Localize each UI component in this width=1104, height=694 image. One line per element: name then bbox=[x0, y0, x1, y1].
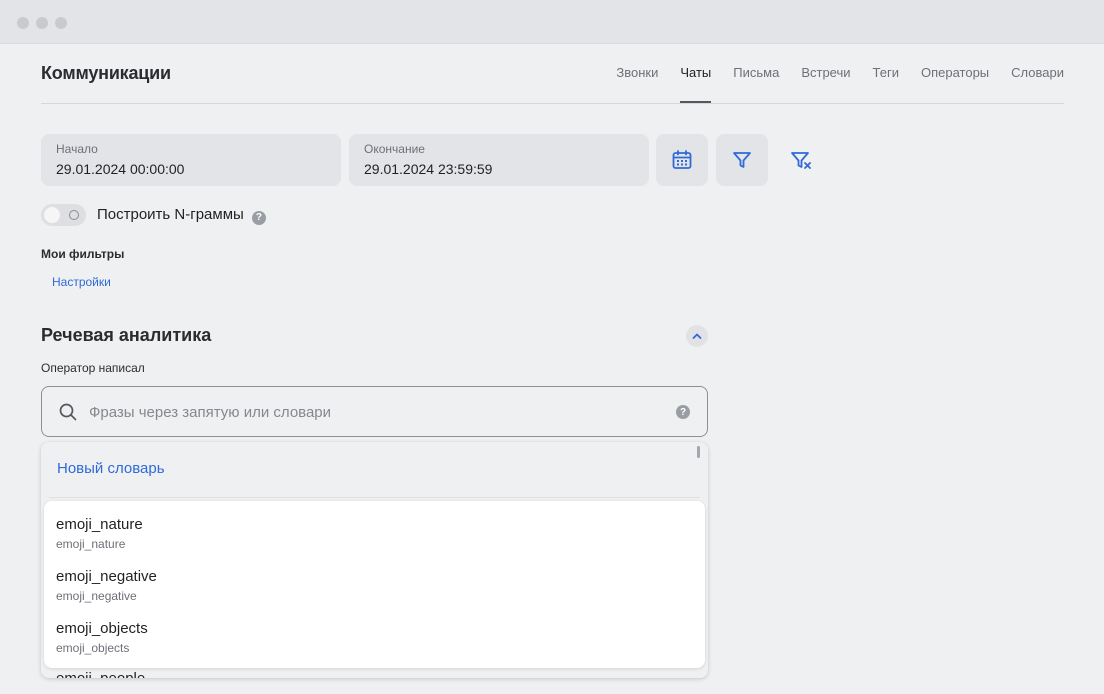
close-window-button[interactable] bbox=[17, 17, 29, 29]
list-item-subtitle: emoji_objects bbox=[56, 641, 130, 655]
dropdown-scrollbar[interactable] bbox=[697, 446, 700, 458]
tab-letters[interactable]: Письма bbox=[733, 65, 779, 80]
list-item-title: emoji_objects bbox=[56, 620, 148, 637]
header-divider bbox=[41, 103, 1064, 104]
toggle-off-indicator bbox=[69, 210, 79, 220]
list-item-subtitle: emoji_negative bbox=[56, 589, 137, 603]
tab-operators[interactable]: Операторы bbox=[921, 65, 989, 80]
new-dictionary-option[interactable]: Новый словарь bbox=[57, 460, 165, 477]
tab-chats[interactable]: Чаты bbox=[680, 65, 711, 103]
list-item[interactable]: emoji_negative emoji_negative bbox=[56, 568, 157, 603]
end-date-value: 29.01.2024 23:59:59 bbox=[364, 161, 493, 177]
list-item-title: emoji_negative bbox=[56, 568, 157, 585]
operator-wrote-label: Оператор написал bbox=[41, 361, 145, 375]
phrase-search-input[interactable] bbox=[89, 401, 649, 423]
tab-dictionaries[interactable]: Словари bbox=[1011, 65, 1064, 80]
page-title: Коммуникации bbox=[41, 63, 171, 83]
tab-calls[interactable]: Звонки bbox=[616, 65, 658, 80]
end-date-label: Окончание bbox=[364, 142, 425, 156]
nav-tabs: Звонки Чаты Письма Встречи Теги Оператор… bbox=[616, 65, 1064, 103]
ngram-toggle-label: Построить N-граммы bbox=[97, 206, 244, 223]
list-item-title: emoji_nature bbox=[56, 516, 143, 533]
dictionary-list: emoji_nature emoji_nature emoji_negative… bbox=[44, 501, 705, 668]
calendar-icon bbox=[672, 150, 692, 169]
zoom-window-button[interactable] bbox=[55, 17, 67, 29]
list-item-partial[interactable]: emoji_people bbox=[56, 670, 145, 678]
collapse-section-button[interactable] bbox=[686, 325, 708, 347]
window-titlebar bbox=[0, 0, 1104, 44]
tab-tags[interactable]: Теги bbox=[873, 65, 899, 80]
filter-button[interactable] bbox=[716, 134, 768, 186]
my-filters-heading: Мои фильтры bbox=[41, 247, 125, 261]
main-page: Коммуникации Звонки Чаты Письма Встречи … bbox=[0, 45, 1104, 694]
search-help-icon[interactable]: ? bbox=[676, 405, 690, 419]
clear-filter-button[interactable] bbox=[775, 134, 827, 186]
chevron-up-icon bbox=[692, 333, 702, 339]
speech-analytics-heading: Речевая аналитика bbox=[41, 325, 212, 345]
minimize-window-button[interactable] bbox=[36, 17, 48, 29]
calendar-button[interactable] bbox=[656, 134, 708, 186]
search-icon bbox=[59, 403, 77, 421]
dropdown-divider bbox=[49, 497, 700, 498]
help-icon[interactable]: ? bbox=[251, 210, 266, 225]
start-date-label: Начало bbox=[56, 142, 98, 156]
dictionary-dropdown: Новый словарь emoji_nature emoji_nature … bbox=[41, 442, 708, 678]
end-date-field[interactable]: Окончание 29.01.2024 23:59:59 bbox=[349, 134, 649, 186]
phrase-search-box: ? bbox=[41, 386, 708, 437]
list-item[interactable]: emoji_objects emoji_objects bbox=[56, 620, 148, 655]
settings-link[interactable]: Настройки bbox=[52, 275, 111, 289]
start-date-value: 29.01.2024 00:00:00 bbox=[56, 161, 185, 177]
tab-meetings[interactable]: Встречи bbox=[801, 65, 850, 80]
clear-filter-icon bbox=[791, 152, 811, 169]
toggle-knob bbox=[44, 207, 60, 223]
start-date-field[interactable]: Начало 29.01.2024 00:00:00 bbox=[41, 134, 341, 186]
list-item-subtitle: emoji_nature bbox=[56, 537, 126, 551]
list-item[interactable]: emoji_nature emoji_nature bbox=[56, 516, 143, 551]
ngram-toggle-row: Построить N-граммы ? bbox=[97, 206, 266, 225]
ngram-toggle[interactable] bbox=[41, 204, 86, 226]
filter-icon bbox=[733, 152, 751, 168]
